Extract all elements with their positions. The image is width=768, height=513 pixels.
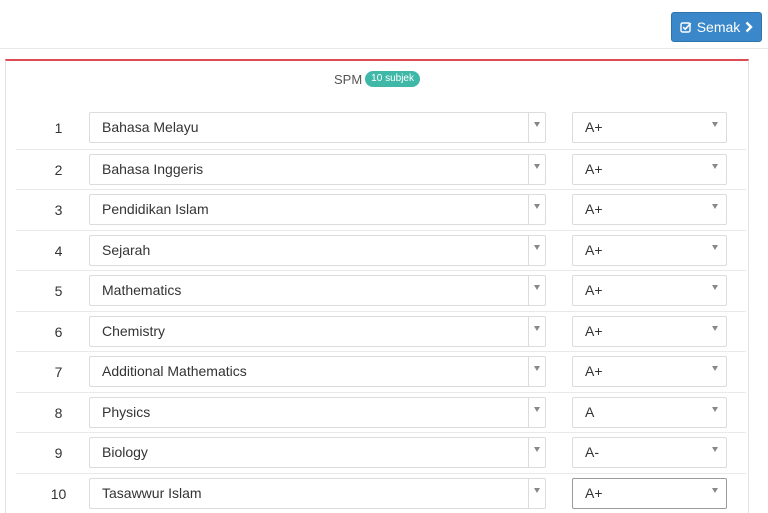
grade-value: A+: [585, 201, 603, 217]
subject-row: 10 Tasawwur Islam A+: [16, 472, 746, 513]
grade-value: A+: [585, 322, 603, 339]
grade-select[interactable]: A-: [572, 437, 727, 468]
dropdown-arrow-icon: [528, 276, 545, 305]
subject-select[interactable]: Chemistry: [89, 315, 546, 347]
dropdown-arrow-icon: [528, 438, 545, 467]
subject-row: 5 Mathematics A+: [16, 270, 746, 311]
grade-value: A+: [585, 484, 603, 501]
grade-select[interactable]: A+: [572, 477, 727, 509]
subject-select[interactable]: Physics: [89, 396, 546, 428]
dropdown-arrow-icon: [704, 195, 726, 224]
subject-value: Pendidikan Islam: [102, 201, 209, 217]
subject-value: Mathematics: [102, 282, 182, 298]
subject-value: Additional Mathematics: [102, 363, 247, 379]
subject-select[interactable]: Bahasa Inggeris: [89, 153, 546, 185]
subject-select[interactable]: Pendidikan Islam: [89, 194, 546, 225]
grade-select[interactable]: A+: [572, 234, 727, 266]
subject-row: 3 Pendidikan Islam A+: [16, 189, 746, 230]
semak-button[interactable]: Semak: [671, 12, 762, 42]
dropdown-arrow-icon: [704, 479, 726, 508]
grade-select[interactable]: A+: [572, 194, 727, 225]
grade-value: A+: [585, 119, 603, 135]
subject-row: 2 Bahasa Inggeris A+: [16, 148, 746, 190]
panel-header: SPM 10 subjek: [6, 71, 748, 87]
grade-value: A+: [585, 241, 603, 258]
chevron-right-icon: [745, 21, 753, 33]
grade-value: A+: [585, 160, 603, 177]
dropdown-arrow-icon: [704, 155, 726, 184]
dropdown-arrow-icon: [528, 113, 545, 142]
subject-value: Chemistry: [102, 322, 166, 339]
grade-select[interactable]: A: [572, 396, 727, 428]
subject-value: Bahasa Melayu: [102, 119, 199, 135]
dropdown-arrow-icon: [704, 438, 726, 467]
grade-select[interactable]: A+: [572, 315, 727, 347]
dropdown-arrow-icon: [704, 357, 726, 386]
subject-row: 8 Physics A: [16, 391, 746, 433]
dropdown-arrow-icon: [704, 276, 726, 305]
subject-select[interactable]: Tasawwur Islam: [89, 477, 546, 509]
subject-row: 4 Sejarah A+: [16, 229, 746, 271]
check-square-icon: [680, 22, 692, 33]
subject-value: Biology: [102, 444, 148, 460]
dropdown-arrow-icon: [704, 317, 726, 346]
subject-value: Physics: [102, 403, 151, 420]
subject-value: Tasawwur Islam: [102, 484, 202, 501]
grade-value: A+: [585, 363, 603, 379]
subject-select[interactable]: Additional Mathematics: [89, 356, 546, 387]
dropdown-arrow-icon: [704, 113, 726, 142]
grade-select[interactable]: A+: [572, 153, 727, 185]
spm-panel: SPM 10 subjek 1 Bahasa Melayu A+ 2 Bahas…: [5, 59, 749, 513]
dropdown-arrow-icon: [528, 235, 545, 265]
semak-button-label: Semak: [696, 19, 741, 35]
dropdown-arrow-icon: [528, 357, 545, 386]
subject-row: 9 Biology A-: [16, 432, 746, 473]
dropdown-arrow-icon: [528, 195, 545, 224]
subject-row: 6 Chemistry A+: [16, 310, 746, 352]
grade-value: A-: [585, 444, 599, 460]
dropdown-arrow-icon: [528, 397, 545, 427]
panel-title: SPM: [334, 71, 363, 87]
dropdown-arrow-icon: [528, 478, 545, 508]
dropdown-arrow-icon: [704, 236, 726, 265]
grade-value: A: [585, 403, 595, 420]
subject-list: 1 Bahasa Melayu A+ 2 Bahasa Inggeris A+ …: [16, 108, 746, 513]
dropdown-arrow-icon: [528, 154, 545, 184]
dropdown-arrow-icon: [528, 316, 545, 346]
subject-value: Sejarah: [102, 241, 151, 258]
subject-select[interactable]: Biology: [89, 437, 546, 468]
subject-count-badge: 10 subjek: [365, 71, 420, 87]
top-bar: Semak: [0, 0, 768, 49]
subject-row: 1 Bahasa Melayu A+: [16, 108, 746, 149]
grade-select[interactable]: A+: [572, 112, 727, 143]
subject-select[interactable]: Mathematics: [89, 275, 546, 306]
grade-select[interactable]: A+: [572, 356, 727, 387]
subject-select[interactable]: Bahasa Melayu: [89, 112, 546, 143]
grade-value: A+: [585, 282, 603, 298]
dropdown-arrow-icon: [704, 398, 726, 427]
subject-row: 7 Additional Mathematics A+: [16, 351, 746, 392]
subject-value: Bahasa Inggeris: [102, 160, 204, 177]
subject-select[interactable]: Sejarah: [89, 234, 546, 266]
grade-select[interactable]: A+: [572, 275, 727, 306]
